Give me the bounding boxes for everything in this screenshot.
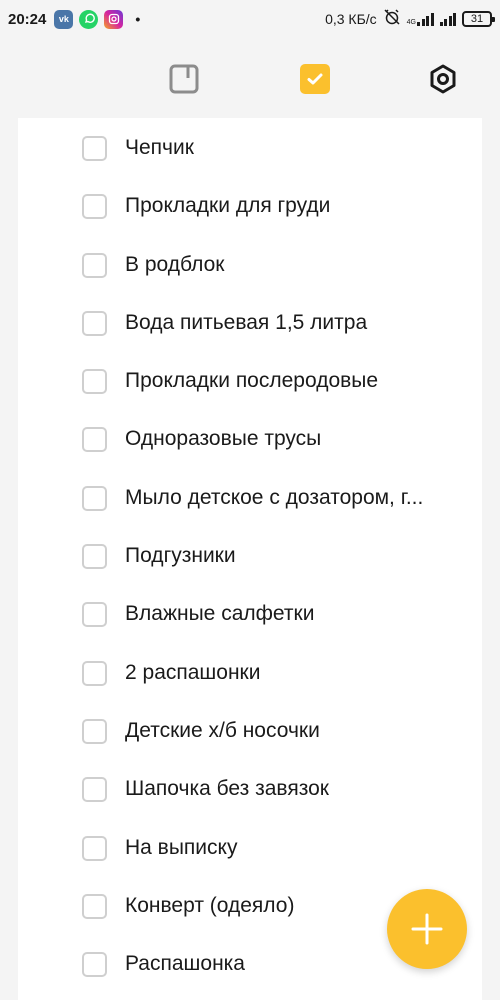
task-label: В родблок [125,253,225,276]
task-label: Шапочка без завязок [125,777,329,800]
task-checkbox[interactable] [82,835,107,861]
task-label: На выписку [125,836,238,859]
task-item[interactable]: На выписку [18,819,482,877]
battery-icon: 31 [462,11,495,27]
notification-dot: • [135,11,141,27]
task-item[interactable]: Одноразовые трусы [18,410,482,468]
tasks-tab-button[interactable] [288,52,342,106]
status-bar: 20:24 vk • 0,3 КБ/с 4G 31 [0,0,500,38]
task-item[interactable]: 2 распашонки [18,644,482,702]
task-item[interactable]: Прокладки для груди [18,177,482,235]
signal-icon [417,12,434,26]
task-checkbox[interactable] [82,601,107,627]
settings-button[interactable] [416,52,470,106]
task-checkbox[interactable] [82,776,107,802]
task-item[interactable]: Детские х/б носочки [18,702,482,760]
status-right: 0,3 КБ/с 4G 31 [325,8,495,30]
plus-icon [411,913,443,945]
task-checkbox[interactable] [82,368,107,394]
task-checkbox[interactable] [82,718,107,744]
whatsapp-icon [79,9,99,29]
vk-icon: vk [54,9,74,29]
task-checkbox[interactable] [82,543,107,569]
task-item[interactable]: Мыло детское с дозатором, г... [18,469,482,527]
task-label: Прокладки послеродовые [125,369,379,392]
task-checkbox[interactable] [82,252,107,278]
task-label: Вода питьевая 1,5 литра [125,311,368,334]
task-item[interactable]: Вода питьевая 1,5 литра [18,294,482,352]
task-item[interactable]: Влажные салфетки [18,585,482,643]
task-checkbox[interactable] [82,310,107,336]
instagram-icon [104,9,124,29]
task-label: 2 распашонки [125,661,261,684]
task-checkbox[interactable] [82,660,107,686]
task-label: Одноразовые трусы [125,427,322,450]
task-checkbox[interactable] [82,426,107,452]
task-label: Мыло детское с дозатором, г... [125,486,424,509]
alarm-off-icon [383,8,401,30]
task-label: Прокладки для груди [125,194,331,217]
add-task-button[interactable] [387,889,467,969]
checkbox-checked-icon [300,64,330,94]
network-speed: 0,3 КБ/с [325,11,377,27]
task-item[interactable]: В родблок [18,236,482,294]
task-label: Подгузники [125,544,236,567]
notes-tab-button[interactable] [157,52,211,106]
top-toolbar [0,52,500,106]
task-item[interactable]: Прокладки послеродовые [18,352,482,410]
task-checkbox[interactable] [82,135,107,161]
task-item[interactable]: Подгузники [18,527,482,585]
signal-4g: 4G [407,12,434,26]
task-item[interactable]: Шапочка без завязок [18,760,482,818]
task-item[interactable]: Чепчик [18,119,482,177]
task-label: Чепчик [125,136,194,159]
battery-level: 31 [470,13,484,25]
task-list: Чепчик Прокладки для груди В родблок Вод… [18,118,482,1000]
task-checkbox[interactable] [82,485,107,511]
task-checkbox[interactable] [82,951,107,977]
task-label: Детские х/б носочки [125,719,320,742]
status-time: 20:24 [8,10,47,28]
status-left: 20:24 vk • [8,9,141,29]
task-label: Влажные салфетки [125,602,315,625]
network-type: 4G [406,19,416,26]
task-checkbox[interactable] [82,193,107,219]
note-icon [169,64,199,94]
gear-icon [430,64,456,94]
signal-icon-2 [439,12,456,26]
task-checkbox[interactable] [82,893,107,919]
